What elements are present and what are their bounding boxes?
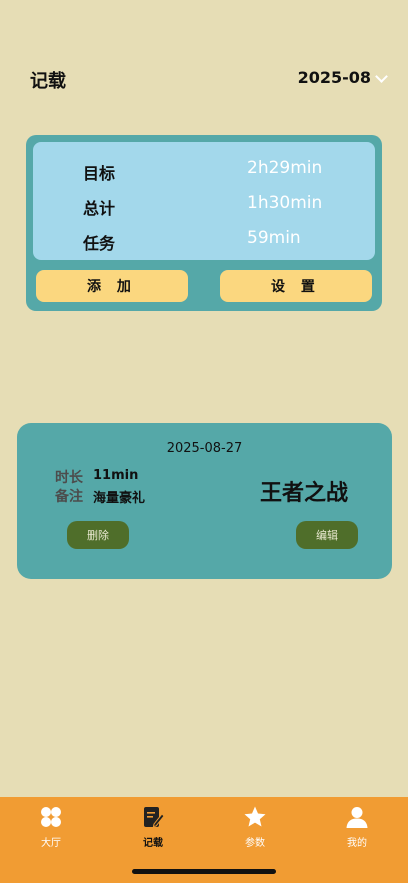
month-value: 2025-08 xyxy=(297,68,371,87)
delete-button[interactable]: 删除 xyxy=(67,521,129,549)
note-value: 海量豪礼 xyxy=(93,491,146,506)
month-picker[interactable]: 2025-08 xyxy=(297,68,388,87)
tab-label: 大厅 xyxy=(41,838,61,849)
stat-value: 59min xyxy=(247,228,301,248)
stat-value: 1h30min xyxy=(247,193,323,213)
stat-row-total: 总计 1h30min xyxy=(33,191,375,221)
star-icon xyxy=(244,806,266,827)
chevron-down-icon xyxy=(375,70,388,83)
tab-params[interactable]: 参数 xyxy=(215,805,295,855)
stat-row-target: 目标 2h29min xyxy=(33,156,375,186)
settings-button[interactable]: 设 置 xyxy=(220,270,372,302)
add-button[interactable]: 添 加 xyxy=(36,270,188,302)
duration-value: 11min xyxy=(93,468,139,483)
tab-records[interactable]: 记载 xyxy=(113,805,193,855)
record-card: 2025-08-27 时长 11min 备注 海量豪礼 王者之战 删除 编辑 xyxy=(17,423,392,579)
record-date: 2025-08-27 xyxy=(166,441,243,456)
tab-label: 参数 xyxy=(245,838,265,849)
tab-label: 记载 xyxy=(143,838,163,849)
tab-profile[interactable]: 我的 xyxy=(317,805,397,855)
clover-icon xyxy=(41,807,61,827)
home-indicator[interactable] xyxy=(132,869,276,874)
note-edit-icon xyxy=(144,807,165,828)
header: 记载 2025-08 xyxy=(0,60,408,100)
record-name: 王者之战 xyxy=(260,481,349,506)
tab-lobby[interactable]: 大厅 xyxy=(11,805,91,855)
page-title: 记载 xyxy=(30,71,66,92)
summary-card: 目标 2h29min 总计 1h30min 任务 59min 添 加 设 置 xyxy=(26,135,382,311)
summary-stats: 目标 2h29min 总计 1h30min 任务 59min xyxy=(33,142,375,260)
stat-label: 目标 xyxy=(83,164,116,183)
stat-value: 2h29min xyxy=(247,158,323,178)
user-icon xyxy=(346,807,368,828)
stat-label: 任务 xyxy=(83,234,116,253)
duration-label: 时长 xyxy=(55,470,83,486)
edit-button[interactable]: 编辑 xyxy=(296,521,358,549)
stat-row-task: 任务 59min xyxy=(33,226,375,256)
tab-label: 我的 xyxy=(347,838,367,849)
stat-label: 总计 xyxy=(83,199,116,218)
note-label: 备注 xyxy=(55,489,83,505)
